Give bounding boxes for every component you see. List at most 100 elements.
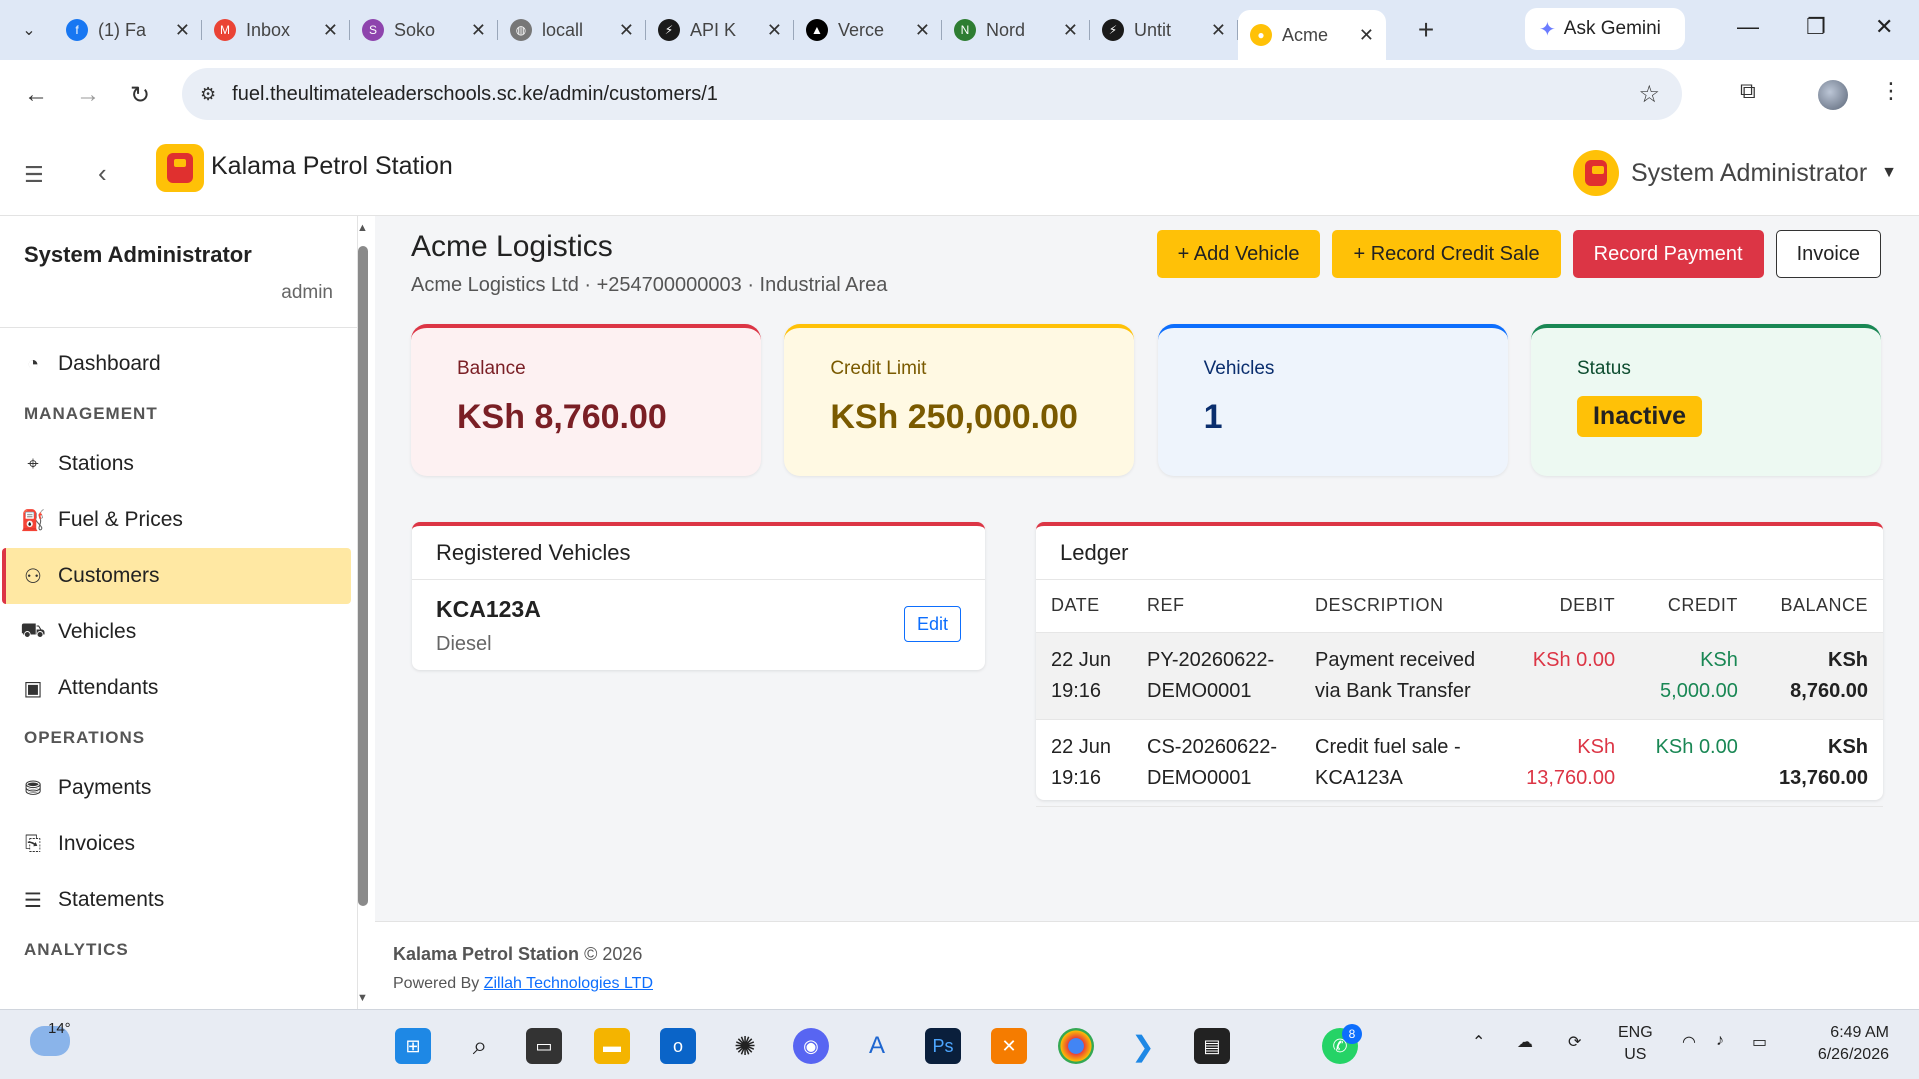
restore-icon[interactable]: ❐ xyxy=(1806,14,1826,40)
column-header-ref: REF xyxy=(1132,580,1300,633)
browser-tab[interactable]: S Soko ✕ xyxy=(350,8,498,52)
user-menu[interactable]: System Administrator ▼ xyxy=(1572,150,1897,196)
collapse-chevron-icon[interactable]: ‹ xyxy=(98,158,107,189)
sidebar-item-invoices[interactable]: ⎘ Invoices xyxy=(0,816,351,872)
tab-close-icon[interactable]: ✕ xyxy=(175,20,190,41)
record-credit-sale-button[interactable]: + Record Credit Sale xyxy=(1332,230,1561,278)
sidebar-item-statements[interactable]: ☰ Statements xyxy=(0,872,351,928)
windows-start-icon[interactable]: ⊞ xyxy=(395,1028,431,1064)
sidebar-user-block: System Administrator admin xyxy=(0,216,357,328)
browser-tab[interactable]: M Inbox ✕ xyxy=(202,8,350,52)
column-header-debit: DEBIT xyxy=(1500,580,1631,633)
sidebar-item-label: Attendants xyxy=(58,676,159,699)
tab-favicon-icon: ⚡ xyxy=(658,19,680,41)
app-store-icon[interactable]: A xyxy=(859,1028,895,1064)
sidebar-item-label: Dashboard xyxy=(58,352,161,375)
search-icon[interactable]: ⌕ xyxy=(462,1028,498,1064)
invoice-button[interactable]: Invoice xyxy=(1775,230,1881,278)
minimize-icon[interactable]: — xyxy=(1737,14,1759,40)
tab-close-icon[interactable]: ✕ xyxy=(767,20,782,41)
add-vehicle-button[interactable]: + Add Vehicle xyxy=(1156,230,1321,278)
back-arrow-icon[interactable]: ← xyxy=(10,81,62,109)
sidebar-item-vehicles[interactable]: ⛟ Vehicles xyxy=(0,604,351,660)
tab-close-icon[interactable]: ✕ xyxy=(1211,20,1226,41)
sidebar-item-payments[interactable]: ⛃ Payments xyxy=(0,760,351,816)
language-indicator[interactable]: ENG US xyxy=(1618,1022,1653,1066)
sidebar-scrollbar[interactable]: ▲ ▼ xyxy=(356,218,370,1008)
site-settings-icon[interactable]: ⚙ xyxy=(200,84,216,105)
ask-gemini-button[interactable]: ✦ Ask Gemini xyxy=(1525,8,1685,50)
fuel-pump-icon: ⛽ xyxy=(20,509,46,532)
forward-arrow-icon[interactable]: → xyxy=(62,81,114,109)
outlook-icon[interactable]: o xyxy=(660,1028,696,1064)
battery-icon[interactable]: ▭ xyxy=(1752,1032,1767,1052)
browser-tab[interactable]: ⚡ Untit ✕ xyxy=(1090,8,1238,52)
cell-description: Payment received via Bank Transfer xyxy=(1300,632,1500,720)
volume-icon[interactable]: ♪ xyxy=(1716,1032,1724,1050)
list-item: KCA123A Diesel Edit xyxy=(412,580,985,672)
extensions-icon[interactable]: ⧉ xyxy=(1740,78,1756,104)
wifi-icon[interactable]: ◠ xyxy=(1682,1032,1696,1052)
discord-icon[interactable]: ◉ xyxy=(793,1028,829,1064)
tab-search-chevron-icon[interactable]: ⌄ xyxy=(12,13,46,47)
photoshop-icon[interactable]: Ps xyxy=(925,1028,961,1064)
sidebar-item-fuel-prices[interactable]: ⛽ Fuel & Prices xyxy=(0,492,351,548)
chevron-up-icon[interactable]: ⌃ xyxy=(1472,1032,1485,1052)
new-tab-button[interactable]: + xyxy=(1406,14,1446,46)
column-header-date: DATE xyxy=(1036,580,1132,633)
cell-ref: CS-20260622- DEMO0001 xyxy=(1132,719,1300,807)
panel-title: Registered Vehicles xyxy=(412,526,985,580)
table-header-row: DATE REF DESCRIPTION DEBIT CREDIT BALANC… xyxy=(1036,580,1883,633)
file-explorer-icon[interactable]: ▬ xyxy=(594,1028,630,1064)
brand-logo xyxy=(156,144,204,192)
cell-date: 22 Jun 19:16 xyxy=(1036,632,1132,720)
sync-icon[interactable]: ⟳ xyxy=(1568,1032,1581,1052)
more-menu-icon[interactable]: ⋮ xyxy=(1880,78,1902,104)
lang-code: ENG xyxy=(1618,1024,1653,1041)
column-header-description: DESCRIPTION xyxy=(1300,580,1500,633)
tab-title: Acme xyxy=(1282,24,1329,45)
edit-vehicle-button[interactable]: Edit xyxy=(903,606,961,642)
map-pin-icon: ⌖ xyxy=(27,452,39,475)
user-menu-name: System Administrator xyxy=(1630,158,1868,187)
record-payment-button[interactable]: Record Payment xyxy=(1572,230,1764,278)
chatgpt-icon[interactable]: ✺ xyxy=(727,1028,763,1064)
scrollbar-thumb[interactable] xyxy=(358,246,368,906)
vscode-icon[interactable]: ❯ xyxy=(1125,1028,1161,1064)
table-row: 22 Jun 19:16 CS-20260622- DEMO0001 Credit … xyxy=(1036,719,1883,807)
sidebar-item-dashboard[interactable]: ◔ Dashboard xyxy=(0,336,351,392)
tab-close-icon[interactable]: ✕ xyxy=(619,20,634,41)
scroll-up-icon[interactable]: ▲ xyxy=(357,222,368,234)
sidebar-item-attendants[interactable]: ▣ Attendants xyxy=(0,660,351,716)
browser-tab[interactable]: N Nord ✕ xyxy=(942,8,1090,52)
task-view-icon[interactable]: ▭ xyxy=(526,1028,562,1064)
browser-tab[interactable]: ● Acme ✕ xyxy=(1238,10,1386,60)
tab-close-icon[interactable]: ✕ xyxy=(1359,25,1374,46)
browser-tab[interactable]: ▲ Verce ✕ xyxy=(794,8,942,52)
tab-close-icon[interactable]: ✕ xyxy=(471,20,486,41)
address-bar[interactable]: ⚙ fuel.theultimateleaderschools.sc.ke/ad… xyxy=(182,68,1682,120)
sidebar-item-customers[interactable]: ⚇ Customers xyxy=(2,548,351,604)
terminal-icon[interactable]: ▤ xyxy=(1194,1028,1230,1064)
close-window-icon[interactable]: ✕ xyxy=(1875,14,1893,40)
app-header: ☰ ‹ Kalama Petrol Station System Adminis… xyxy=(0,130,1919,216)
sidebar-item-stations[interactable]: ⌖ Stations xyxy=(0,436,351,492)
profile-avatar[interactable] xyxy=(1818,80,1848,110)
xampp-icon[interactable]: ✕ xyxy=(991,1028,1027,1064)
browser-tab[interactable]: ⚡ API K ✕ xyxy=(646,8,794,52)
hamburger-menu-icon[interactable]: ☰ xyxy=(24,162,44,188)
onedrive-icon[interactable]: ☁ xyxy=(1517,1032,1533,1052)
browser-tab[interactable]: ◍ locall ✕ xyxy=(498,8,646,52)
scroll-down-icon[interactable]: ▼ xyxy=(357,992,368,1004)
cell-debit: KSh 13,760.00 xyxy=(1500,719,1631,807)
browser-tab[interactable]: f (1) Fa ✕ xyxy=(54,8,202,52)
system-clock[interactable]: 6:49 AM 6/26/2026 xyxy=(1818,1022,1889,1066)
sidebar-section-analytics: ANALYTICS xyxy=(24,940,129,959)
footer-company-link[interactable]: Zillah Technologies LTD xyxy=(484,975,653,992)
tab-close-icon[interactable]: ✕ xyxy=(915,20,930,41)
reload-icon[interactable]: ↻ xyxy=(114,81,166,110)
bookmark-star-icon[interactable]: ☆ xyxy=(1638,80,1660,109)
chrome-icon[interactable] xyxy=(1058,1028,1094,1064)
tab-close-icon[interactable]: ✕ xyxy=(323,20,338,41)
tab-close-icon[interactable]: ✕ xyxy=(1063,20,1078,41)
